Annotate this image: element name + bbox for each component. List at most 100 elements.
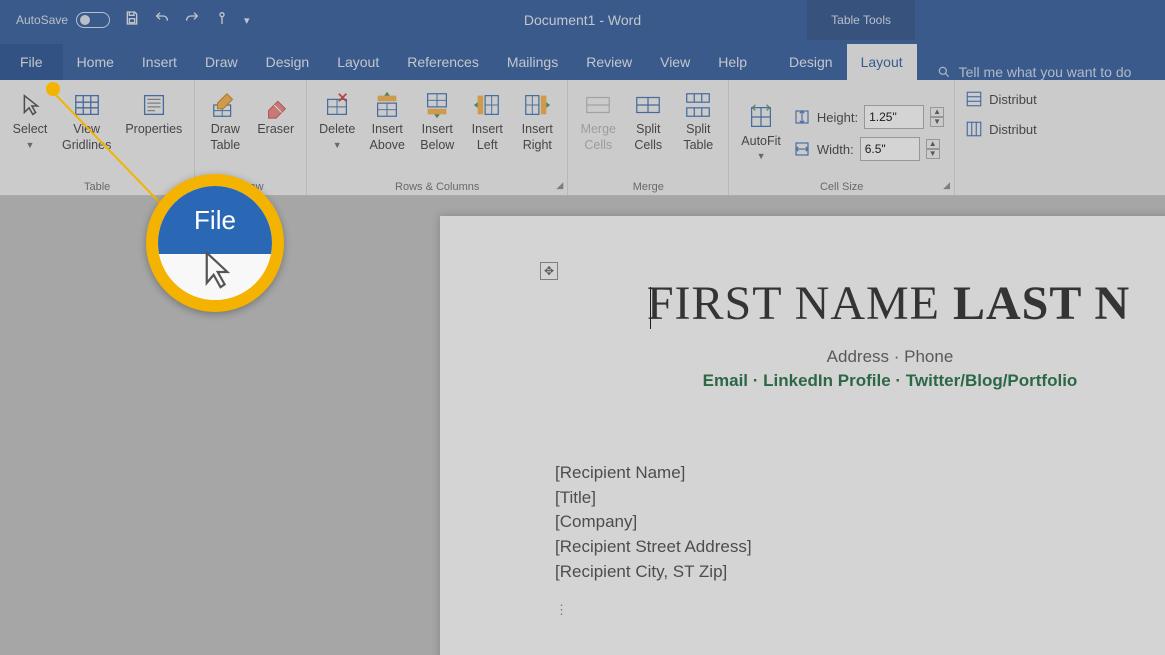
recipient-block[interactable]: [Recipient Name] [Title] [Company] [Reci… [495,461,1165,584]
table-move-handle-icon[interactable]: ✥ [540,262,558,280]
width-up[interactable]: ▲ [926,139,940,149]
select-button[interactable]: Select ▼ [6,84,54,155]
autofit-label: AutoFit [741,134,781,150]
ellipsis-icon: ⋮ [495,602,1165,618]
distribute-rows-icon [965,90,983,108]
delete-label: Delete [319,122,355,138]
tab-draw[interactable]: Draw [191,44,252,80]
recipient-title: [Title] [555,486,1165,511]
split-table-l1: Split [686,122,710,138]
properties-button[interactable]: Properties [119,84,188,142]
autosave-toggle[interactable] [76,12,110,28]
autofit-icon [746,100,776,134]
tab-insert[interactable]: Insert [128,44,191,80]
address-phone[interactable]: Address · Phone [495,347,1165,367]
contact-links[interactable]: Email · LinkedIn Profile · Twitter/Blog/… [495,371,1165,391]
touch-mode-icon[interactable] [214,10,230,30]
group-table-label: Table [84,178,110,195]
merge-cells-l1: Merge [581,122,616,138]
tab-file[interactable]: File [0,44,63,80]
recipient-city: [Recipient City, ST Zip] [555,560,1165,585]
recipient-address: [Recipient Street Address] [555,535,1165,560]
eraser-button[interactable]: Eraser [251,84,300,142]
tab-references[interactable]: References [393,44,493,80]
insert-below-button[interactable]: Insert Below [413,84,461,157]
group-cell-size: AutoFit ▼ Height: ▲▼ Width: ▲▼ Cell Size [729,80,955,195]
group-cellsize-label: Cell Size [820,178,863,195]
insert-left-button[interactable]: Insert Left [463,84,511,157]
autosave-label: AutoSave [16,12,110,28]
insert-above-l1: Insert [372,122,403,138]
title-bar: AutoSave ▾ Document1 - Word Table Tools [0,0,1165,40]
tab-table-layout[interactable]: Layout [847,44,917,80]
split-table-button[interactable]: Split Table [674,84,722,157]
autosave-text: AutoSave [16,13,68,27]
distribute-cols-icon [965,120,983,138]
delete-button[interactable]: Delete ▼ [313,84,361,155]
width-input[interactable] [860,137,920,161]
height-up[interactable]: ▲ [930,107,944,117]
eraser-label: Eraser [257,122,294,138]
merge-cells-button[interactable]: Merge Cells [574,84,622,157]
tab-review[interactable]: Review [572,44,646,80]
distribute-cols-button[interactable]: Distribut [965,120,1037,138]
recipient-company: [Company] [555,510,1165,535]
split-cells-icon [633,88,663,122]
select-label: Select [13,122,48,138]
insert-below-icon [422,88,452,122]
view-gridlines-button[interactable]: View Gridlines [56,84,117,157]
cellsize-launcher-icon[interactable]: ◢ [943,180,950,191]
insert-left-l1: Insert [472,122,503,138]
height-down[interactable]: ▼ [930,117,944,127]
callout-file-tab: File [158,186,272,254]
redo-icon[interactable] [184,10,200,30]
last-name-text: LAST N [953,277,1130,330]
height-input[interactable] [864,105,924,129]
width-icon [793,140,811,158]
distribute-cols-label: Distribut [989,122,1037,137]
tab-design[interactable]: Design [252,44,324,80]
tab-view[interactable]: View [646,44,704,80]
cursor-icon [15,88,45,122]
page: FIRST NAME LAST N Address · Phone Email … [440,216,1165,655]
tab-table-design[interactable]: Design [775,44,847,80]
customize-qat-icon[interactable]: ▾ [244,14,250,27]
insert-right-l2: Right [523,138,552,154]
tell-me-search[interactable]: Tell me what you want to do [927,64,1142,80]
height-icon [793,108,811,126]
autofit-button[interactable]: AutoFit ▼ [735,96,787,167]
split-table-icon [683,88,713,122]
tab-layout[interactable]: Layout [323,44,393,80]
delete-icon [322,88,352,122]
undo-icon[interactable] [154,10,170,30]
merge-cells-l2: Cells [584,138,612,154]
split-cells-button[interactable]: Split Cells [624,84,672,157]
insert-right-icon [522,88,552,122]
tab-mailings[interactable]: Mailings [493,44,572,80]
insert-left-l2: Left [477,138,498,154]
insert-below-l1: Insert [422,122,453,138]
resume-heading[interactable]: FIRST NAME LAST N [495,276,1165,331]
width-down[interactable]: ▼ [926,149,940,159]
ribbon: Select ▼ View Gridlines Properties Table [0,80,1165,196]
tab-help[interactable]: Help [704,44,761,80]
tab-home[interactable]: Home [63,44,128,80]
tell-me-label: Tell me what you want to do [959,64,1132,80]
draw-table-l1: Draw [211,122,240,138]
table-tools-label: Table Tools [807,0,915,40]
eraser-icon [261,88,291,122]
pencil-icon [210,88,240,122]
insert-right-button[interactable]: Insert Right [513,84,561,157]
rows-cols-launcher-icon[interactable]: ◢ [556,180,563,191]
group-merge-label: Merge [633,178,664,195]
insert-above-button[interactable]: Insert Above [363,84,411,157]
properties-icon [139,88,169,122]
draw-table-button[interactable]: Draw Table [201,84,249,157]
group-merge: Merge Cells Split Cells Split Table Merg… [568,80,729,195]
merge-cells-icon [583,88,613,122]
row-width: Width: ▲▼ [793,137,944,161]
save-icon[interactable] [124,10,140,30]
first-name-text: FIRST NAME [647,277,940,330]
draw-table-l2: Table [210,138,240,154]
distribute-rows-button[interactable]: Distribut [965,90,1037,108]
